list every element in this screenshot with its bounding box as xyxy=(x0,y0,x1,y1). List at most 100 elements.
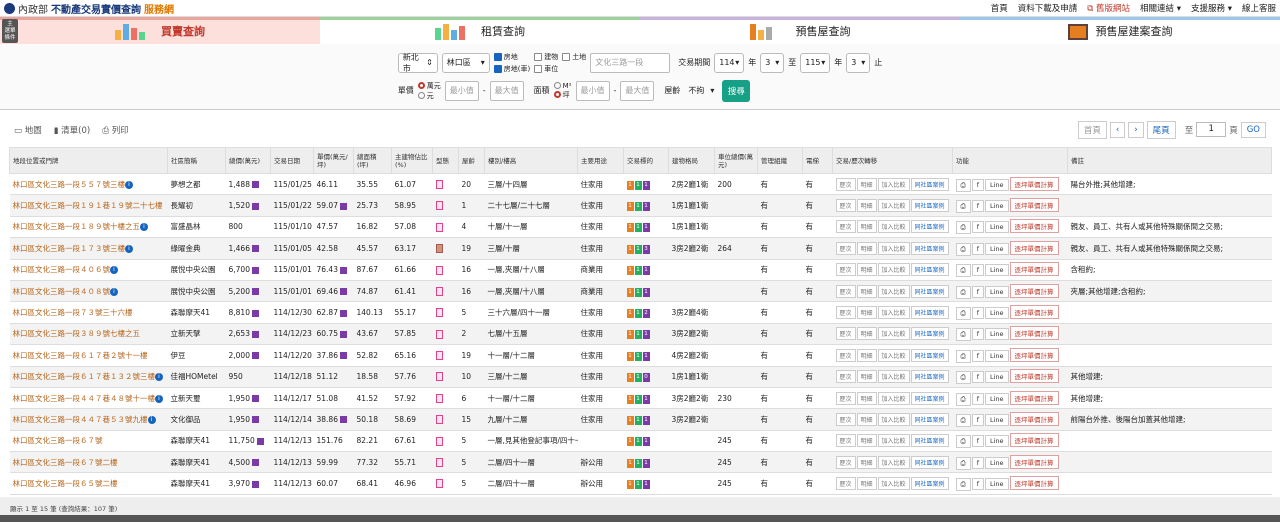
info-icon[interactable]: i xyxy=(125,244,133,253)
price-max-input[interactable]: 最大值 xyxy=(489,80,524,101)
price-badge-icon[interactable] xyxy=(251,480,259,488)
print-icon[interactable]: ⎙ xyxy=(955,200,971,214)
price-badge-icon[interactable] xyxy=(251,352,259,360)
column-header[interactable]: 交易/歷次轉移 xyxy=(832,147,953,174)
print-button[interactable]: ⎙ 列印 xyxy=(102,124,129,136)
address-cell[interactable]: 林口區文化三路一段４４７巷５３號九樓 i xyxy=(9,408,168,431)
end-month-select[interactable]: 3 ▾ xyxy=(846,52,871,73)
table-row[interactable]: 林口區文化三路一段５５７號三樓 i 夢想之都 1,488 115/01/25 46.11 3… xyxy=(9,173,1272,196)
address-cell[interactable]: 林口區文化三路一段４４７巷４８號十一樓 i xyxy=(9,387,168,410)
tab-rent[interactable]: 租賃查詢 xyxy=(320,17,640,44)
print-icon[interactable]: ⎙ xyxy=(955,349,971,363)
facebook-icon[interactable]: f xyxy=(971,221,984,234)
address-cell[interactable]: 林口區文化三路一段１７３號三樓 i xyxy=(9,237,168,260)
compare-button[interactable]: 加入比較 xyxy=(877,412,910,426)
nav-old-site[interactable]: ⧉ 舊版網站 xyxy=(1087,2,1130,14)
compare-button[interactable]: 加入比較 xyxy=(877,306,910,320)
compare-button[interactable]: 加入比較 xyxy=(877,477,910,491)
price-badge-icon[interactable] xyxy=(339,202,347,210)
same-community-button[interactable]: 同社區案例 xyxy=(910,263,949,277)
history-button[interactable]: 歷次 xyxy=(835,306,856,320)
same-community-button[interactable]: 同社區案例 xyxy=(910,370,949,384)
detail-button[interactable]: 明細 xyxy=(856,348,877,362)
building-type-icon[interactable] xyxy=(435,479,443,489)
column-header[interactable]: 交易日期 xyxy=(270,147,314,174)
city-select[interactable]: 新北市 ⇕ xyxy=(397,52,438,73)
address-cell[interactable]: 林口區文化三路一段６１７巷１３２號三樓 i xyxy=(9,366,168,388)
same-community-button[interactable]: 同社區案例 xyxy=(910,348,949,362)
price-badge-icon[interactable] xyxy=(251,245,259,253)
line-share-button[interactable]: Line xyxy=(985,221,1009,234)
calc-unit-price-button[interactable]: 逐坪單價計算 xyxy=(1009,454,1059,469)
table-row[interactable]: 林口區文化三路一段７３號三十六樓 森聯摩天41 8,810 114/12/30 62.8… xyxy=(9,301,1272,324)
same-community-button[interactable]: 同社區案例 xyxy=(910,241,949,255)
address-cell[interactable]: 林口區文化三路一段７３號三十六樓 xyxy=(9,301,168,324)
area-max-input[interactable]: 最大值 xyxy=(620,80,655,101)
line-share-button[interactable]: Line xyxy=(985,264,1009,277)
column-header[interactable]: 總面積(坪) xyxy=(353,147,392,174)
facebook-icon[interactable]: f xyxy=(971,478,984,491)
calc-unit-price-button[interactable]: 逐坪單價計算 xyxy=(1009,176,1059,191)
table-row[interactable]: 林口區文化三路一段４４７巷５３號九樓 i 文化御品 1,950 114/12/14 38.… xyxy=(9,408,1272,431)
column-header[interactable]: 功能 xyxy=(952,147,1068,174)
building-type-icon[interactable] xyxy=(435,308,443,318)
building-type-icon[interactable] xyxy=(435,415,443,425)
table-row[interactable]: 林口區文化三路一段６１７巷１３２號三樓 i 佳福HOMetel 950 114/12/1… xyxy=(9,366,1272,388)
price-unit-yuan[interactable]: 元 xyxy=(417,91,441,101)
end-year-select[interactable]: 115 ▾ xyxy=(800,52,831,73)
line-share-button[interactable]: Line xyxy=(985,478,1009,491)
calc-unit-price-button[interactable]: 逐坪單價計算 xyxy=(1009,411,1059,426)
calc-unit-price-button[interactable]: 逐坪單價計算 xyxy=(1009,262,1059,277)
print-icon[interactable]: ⎙ xyxy=(955,285,971,299)
age-select[interactable]: 不拘 ▾ xyxy=(684,81,718,101)
detail-button[interactable]: 明細 xyxy=(856,477,877,491)
same-community-button[interactable]: 同社區案例 xyxy=(910,391,949,405)
column-header[interactable]: 總價(萬元) xyxy=(225,147,271,174)
compare-button[interactable]: 加入比較 xyxy=(877,177,910,191)
facebook-icon[interactable]: f xyxy=(971,264,984,277)
price-badge-icon[interactable] xyxy=(251,202,259,210)
price-min-input[interactable]: 最小值 xyxy=(444,80,479,101)
building-type-icon[interactable] xyxy=(435,244,443,254)
history-button[interactable]: 歷次 xyxy=(835,391,856,405)
detail-button[interactable]: 明細 xyxy=(856,241,877,255)
info-icon[interactable]: i xyxy=(147,415,156,424)
info-icon[interactable]: i xyxy=(110,266,118,275)
column-header[interactable]: 交易標的 xyxy=(623,147,669,174)
site-logo[interactable]: 內政部 不動產交易實價查詢 服務網 xyxy=(4,1,174,16)
same-community-button[interactable]: 同社區案例 xyxy=(910,284,949,298)
table-row[interactable]: 林口區文化三路一段１７３號三樓 i 綠曜金典 1,466 115/01/05 42.58 4… xyxy=(9,237,1272,260)
line-share-button[interactable]: Line xyxy=(985,328,1009,341)
area-unit-ping[interactable]: 坪 xyxy=(553,90,572,100)
table-row[interactable]: 林口區文化三路一段４０６號 i 展悅中央公園 6,700 115/01/01 76.43 8… xyxy=(9,259,1272,281)
info-icon[interactable]: i xyxy=(155,394,163,403)
type-checkbox-parking[interactable]: 車位 xyxy=(534,64,558,74)
facebook-icon[interactable]: f xyxy=(971,307,984,320)
history-button[interactable]: 歷次 xyxy=(835,348,856,362)
history-button[interactable]: 歷次 xyxy=(835,327,856,341)
print-icon[interactable]: ⎙ xyxy=(955,307,971,321)
print-icon[interactable]: ⎙ xyxy=(955,371,971,385)
price-badge-icon[interactable] xyxy=(251,181,259,189)
line-share-button[interactable]: Line xyxy=(985,349,1009,362)
tab-sale[interactable]: 買賣查詢 xyxy=(0,17,320,44)
facebook-icon[interactable]: f xyxy=(971,328,984,341)
last-page-button[interactable]: 尾頁 xyxy=(1146,120,1176,139)
column-header[interactable]: 建物格局 xyxy=(668,147,715,174)
compare-button[interactable]: 加入比較 xyxy=(877,327,910,341)
start-month-select[interactable]: 3 ▾ xyxy=(760,52,785,73)
calc-unit-price-button[interactable]: 逐坪單價計算 xyxy=(1009,305,1059,320)
same-community-button[interactable]: 同社區案例 xyxy=(910,177,949,191)
price-badge-icon[interactable] xyxy=(339,288,347,296)
same-community-button[interactable]: 同社區案例 xyxy=(910,199,949,213)
detail-button[interactable]: 明細 xyxy=(856,391,877,405)
nav-home[interactable]: 首頁 xyxy=(991,2,1008,14)
column-header[interactable]: 主建物佔比(%) xyxy=(391,147,433,174)
detail-button[interactable]: 明細 xyxy=(856,284,877,298)
price-badge-icon[interactable] xyxy=(251,330,259,338)
first-page-button[interactable]: 首頁 xyxy=(1077,120,1107,139)
print-icon[interactable]: ⎙ xyxy=(955,392,971,406)
price-badge-icon[interactable] xyxy=(251,416,259,424)
print-icon[interactable]: ⎙ xyxy=(955,478,971,492)
detail-button[interactable]: 明細 xyxy=(856,412,877,426)
